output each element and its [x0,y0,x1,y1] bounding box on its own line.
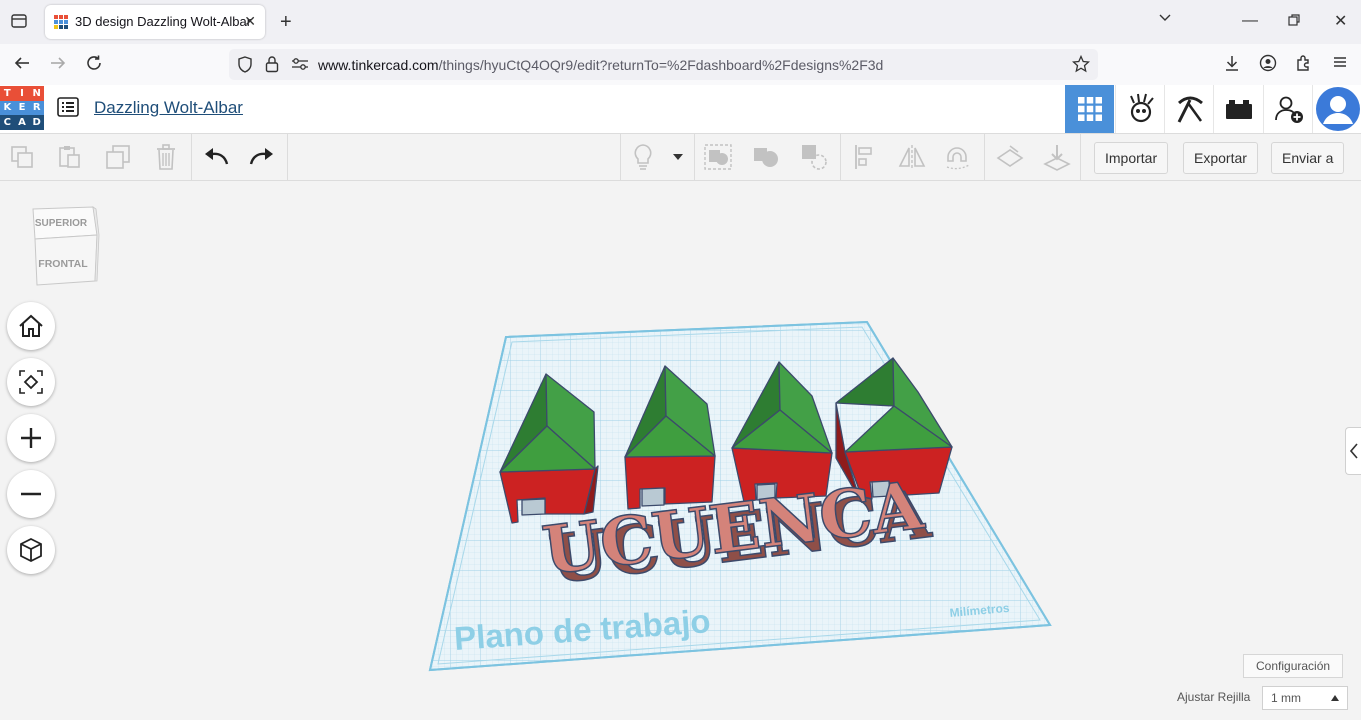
toolbar-divider [1080,134,1081,180]
align-icon[interactable] [851,143,879,171]
add-user-icon [1274,96,1303,123]
bookmark-star-icon[interactable] [1071,54,1091,78]
snap-grid-value: 1 mm [1271,691,1301,705]
url-path: /things/hyuCtQ4OQr9/edit?returnTo=%2Fdas… [438,57,884,73]
close-tab-icon[interactable]: ✕ [244,13,256,30]
duplicate-icon[interactable] [104,143,132,171]
send-to-button[interactable]: Enviar a [1271,142,1345,174]
drop-to-workplane-icon[interactable] [1043,143,1071,171]
menu-hamburger-icon[interactable] [1332,54,1348,75]
chevron-left-icon [1350,443,1358,459]
undo-icon[interactable] [202,143,230,171]
minimize-window-icon[interactable]: — [1242,12,1258,30]
redo-icon[interactable] [248,143,276,171]
tab-list-icon[interactable] [10,13,28,34]
lightbulb-dropdown-chevron-icon[interactable] [666,143,690,171]
app-header: TINKERCAD Dazzling Wolt-Albar [0,85,1361,134]
browser-tab[interactable]: 3D design Dazzling Wolt-Albar ✕ [45,5,265,39]
snap-grid-select[interactable]: 1 mm [1262,686,1348,710]
toolbar-divider [840,134,841,180]
restore-window-icon[interactable] [1288,14,1301,32]
hole-solid-icon[interactable] [800,143,828,171]
design-scene[interactable]: Plano de trabajo Milímetros UCUENCA UCUE… [0,181,1361,720]
delete-trash-icon[interactable] [152,143,180,171]
url-domain: www.tinkercad.com [318,57,439,73]
logo-tile: A [14,115,30,130]
design-title[interactable]: Dazzling Wolt-Albar [94,98,243,118]
tab-title: 3D design Dazzling Wolt-Albar [75,14,252,29]
back-arrow-icon[interactable] [13,54,31,77]
logo-tile: K [0,100,15,116]
codeblocks-button[interactable] [1164,85,1214,133]
logo-tile: N [29,86,44,101]
tinkercad-logo[interactable]: TINKERCAD [0,86,44,130]
toolbar-divider [620,134,621,180]
lock-icon[interactable] [265,55,279,78]
extensions-icon[interactable] [1295,54,1313,77]
url-text: www.tinkercad.com/things/hyuCtQ4OQr9/edi… [318,57,883,73]
logo-tile: D [29,115,44,130]
close-window-icon[interactable]: ✕ [1334,11,1347,31]
caret-up-icon [1331,695,1339,701]
3d-view-button[interactable] [1065,85,1114,133]
paste-icon[interactable] [55,143,83,171]
edit-toolbar: Importar Exportar Enviar a [0,134,1361,181]
logo-tile: E [14,100,30,116]
toolbar-divider [984,134,985,180]
avatar-button[interactable] [1312,85,1361,133]
toolbar-divider [287,134,288,180]
browser-nav-bar: www.tinkercad.com/things/hyuCtQ4OQr9/edi… [0,44,1361,86]
tinkerer-icon [1129,93,1154,123]
logo-tile: I [14,86,30,101]
site-permissions-icon[interactable] [291,57,309,76]
logo-tile: C [0,115,15,130]
snap-grid-label: Ajustar Rejilla [1177,690,1251,704]
design-list-icon[interactable] [57,97,79,122]
copy-icon[interactable] [8,143,36,171]
tab-overflow-chevron-icon[interactable] [1158,11,1172,30]
export-button[interactable]: Exportar [1183,142,1258,174]
grid-view-icon [1077,97,1102,121]
3d-viewport[interactable]: SUPERIOR FRONTAL Plano de trabajo Milíme… [0,181,1361,720]
new-tab-icon[interactable]: + [280,11,292,34]
bricks-icon [1225,100,1252,119]
mirror-icon[interactable] [898,143,926,171]
forward-arrow-icon[interactable] [49,54,67,77]
tinkercad-favicon [54,15,68,29]
toolbar-divider [191,134,192,180]
shield-icon[interactable] [237,56,253,78]
group-icon[interactable] [704,143,732,171]
downloads-icon[interactable] [1223,54,1241,77]
logo-tile: T [0,86,15,101]
lightbulb-icon[interactable] [629,143,657,171]
ungroup-icon[interactable] [752,143,780,171]
logo-tile: R [29,100,44,116]
pickaxe-icon [1177,96,1203,123]
reload-icon[interactable] [85,54,103,77]
url-bar[interactable]: www.tinkercad.com/things/hyuCtQ4OQr9/edi… [229,49,1098,80]
browser-tab-bar: 3D design Dazzling Wolt-Albar ✕ + — ✕ [0,0,1361,44]
import-button[interactable]: Importar [1094,142,1169,174]
invite-user-button[interactable] [1263,85,1313,133]
workplane-icon[interactable] [996,143,1024,171]
bricks-button[interactable] [1213,85,1263,133]
toolbar-divider [694,134,695,180]
shapes-panel-toggle[interactable] [1345,427,1361,475]
avatar [1315,87,1360,131]
settings-button[interactable]: Configuración [1243,654,1344,678]
cruise-magnet-icon[interactable] [944,143,972,171]
account-icon[interactable] [1259,54,1277,77]
circuits-button[interactable] [1115,85,1165,133]
